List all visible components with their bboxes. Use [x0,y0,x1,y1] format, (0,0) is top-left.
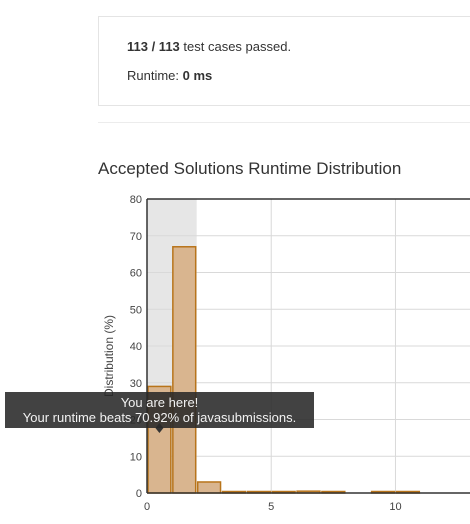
y-tick-label: 10 [130,451,142,463]
y-tick-label: 40 [130,341,142,353]
histogram-bar [196,481,222,494]
y-tick-label: 70 [130,231,142,243]
x-tick-label: 5 [268,501,274,513]
tooltip-detail: Your runtime beats 70.92% of javasubmiss… [22,410,297,425]
tooltip-title: You are here! [120,395,199,410]
y-tick-label: 0 [136,488,142,500]
x-tick-label: 0 [144,501,150,513]
y-tick-label: 80 [130,194,142,206]
x-tick-label: 10 [389,501,401,513]
y-tick-label: 50 [130,304,142,316]
histogram-bar [172,246,197,494]
runtime-distribution-chart[interactable]: 010203040506070800510Distribution (%) [0,0,470,524]
y-tick-label: 60 [130,268,142,280]
y-tick-label: 30 [130,378,142,390]
y-axis-label: Distribution (%) [102,315,116,397]
runtime-tooltip: You are here! Your runtime beats 70.92% … [5,392,314,428]
